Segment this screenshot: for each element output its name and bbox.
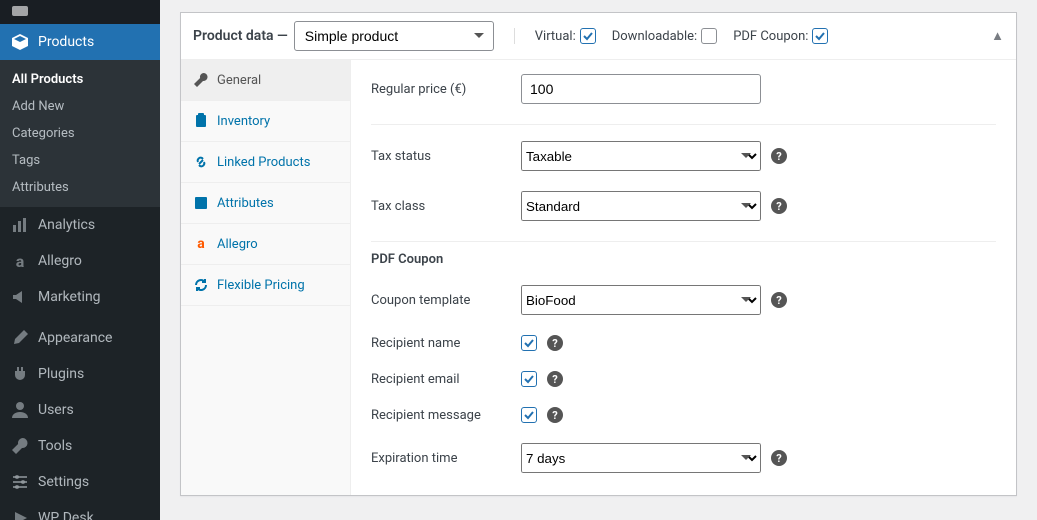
panel-collapse-toggle[interactable]: ▲ [991,28,1004,44]
menu-wpdesk[interactable]: WP Desk [0,500,160,520]
help-icon[interactable]: ? [547,335,563,351]
menu-label: Tools [38,438,72,454]
play-icon [10,508,30,520]
downloadable-option: Downloadable: [612,28,717,44]
recipient-email-label: Recipient email [371,372,521,387]
menu-label: Allegro [38,253,82,269]
recipient-message-label: Recipient message [371,408,521,423]
tab-label: General [217,73,261,88]
downloadable-label: Downloadable: [612,29,697,44]
tab-label: Linked Products [217,155,310,170]
tab-label: Flexible Pricing [217,278,305,293]
expiration-select[interactable]: 7 days [521,443,761,473]
wrench-icon [10,436,30,456]
menu-label: WP Desk [38,510,94,520]
main-content: Product data — Simple product Virtual: D… [160,0,1037,520]
chart-icon [10,215,30,235]
general-form: Regular price (€) Tax status Taxable ? [351,60,1016,495]
product-type-select[interactable]: Simple product [294,21,494,51]
recipient-name-checkbox[interactable] [521,335,537,351]
submenu-all-products[interactable]: All Products [0,66,160,93]
refresh-icon [193,277,209,293]
regular-price-input[interactable] [521,74,761,104]
recipient-message-checkbox[interactable] [521,407,537,423]
submenu-tags[interactable]: Tags [0,147,160,174]
pdf-coupon-label: PDF Coupon: [733,29,808,44]
menu-label: Products [38,34,94,50]
menu-analytics[interactable]: Analytics [0,207,160,243]
virtual-option: Virtual: [535,28,596,44]
tab-label: Allegro [217,237,258,252]
menu-plugins[interactable]: Plugins [0,356,160,392]
virtual-label: Virtual: [535,29,576,44]
recipient-email-checkbox[interactable] [521,371,537,387]
menu-woocommerce[interactable] [0,0,160,24]
tab-attributes[interactable]: Attributes [181,183,350,224]
user-icon [10,400,30,420]
tab-inventory[interactable]: Inventory [181,101,350,142]
submenu-attributes[interactable]: Attributes [0,174,160,201]
sliders-icon [10,472,30,492]
tab-allegro[interactable]: a Allegro [181,224,350,265]
megaphone-icon [10,287,30,307]
coupon-template-select[interactable]: BioFood [521,285,761,315]
help-icon[interactable]: ? [771,148,787,164]
pdf-coupon-section-title: PDF Coupon [371,241,996,267]
help-icon[interactable]: ? [547,407,563,423]
wrench-icon [193,72,209,88]
plug-icon [10,364,30,384]
menu-label: Users [38,402,74,418]
menu-label: Analytics [38,217,95,233]
menu-label: Plugins [38,366,84,382]
tab-linked[interactable]: Linked Products [181,142,350,183]
pdf-coupon-checkbox[interactable] [812,28,828,44]
link-icon [193,154,209,170]
panel-title: Product data — [193,28,288,44]
submenu-categories[interactable]: Categories [0,120,160,147]
regular-price-label: Regular price (€) [371,82,521,97]
help-icon[interactable]: ? [771,198,787,214]
tab-general[interactable]: General [181,60,350,101]
menu-label: Appearance [38,330,112,346]
coupon-template-label: Coupon template [371,293,521,308]
help-icon[interactable]: ? [547,371,563,387]
menu-settings[interactable]: Settings [0,464,160,500]
note-icon [193,195,209,211]
allegro-icon: a [10,251,30,271]
admin-sidebar: Products All Products Add New Categories… [0,0,160,520]
menu-products[interactable]: Products [0,24,160,60]
submenu-products: All Products Add New Categories Tags Att… [0,60,160,207]
product-data-panel: Product data — Simple product Virtual: D… [180,12,1017,496]
clipboard-icon [193,113,209,129]
downloadable-checkbox[interactable] [701,28,717,44]
tax-status-select[interactable]: Taxable [521,141,761,171]
tax-class-label: Tax class [371,199,521,214]
box-icon [10,32,30,52]
recipient-name-label: Recipient name [371,336,521,351]
expiration-label: Expiration time [371,451,521,466]
menu-label: Marketing [38,289,101,305]
allegro-icon: a [193,236,209,252]
brush-icon [10,328,30,348]
help-icon[interactable]: ? [771,292,787,308]
woo-icon [10,0,30,20]
menu-allegro[interactable]: a Allegro [0,243,160,279]
pdf-coupon-option: PDF Coupon: [733,28,828,44]
tab-label: Attributes [217,196,274,211]
tab-label: Inventory [217,114,270,129]
menu-appearance[interactable]: Appearance [0,320,160,356]
menu-label: Settings [38,474,89,490]
product-data-tabs: General Inventory Linked Products Attrib… [181,60,351,495]
submenu-add-new[interactable]: Add New [0,93,160,120]
menu-users[interactable]: Users [0,392,160,428]
menu-marketing[interactable]: Marketing [0,279,160,315]
virtual-checkbox[interactable] [580,28,596,44]
menu-tools[interactable]: Tools [0,428,160,464]
help-icon[interactable]: ? [771,450,787,466]
tax-class-select[interactable]: Standard [521,191,761,221]
panel-header: Product data — Simple product Virtual: D… [181,13,1016,60]
tab-flexible-pricing[interactable]: Flexible Pricing [181,265,350,306]
tax-status-label: Tax status [371,149,521,164]
